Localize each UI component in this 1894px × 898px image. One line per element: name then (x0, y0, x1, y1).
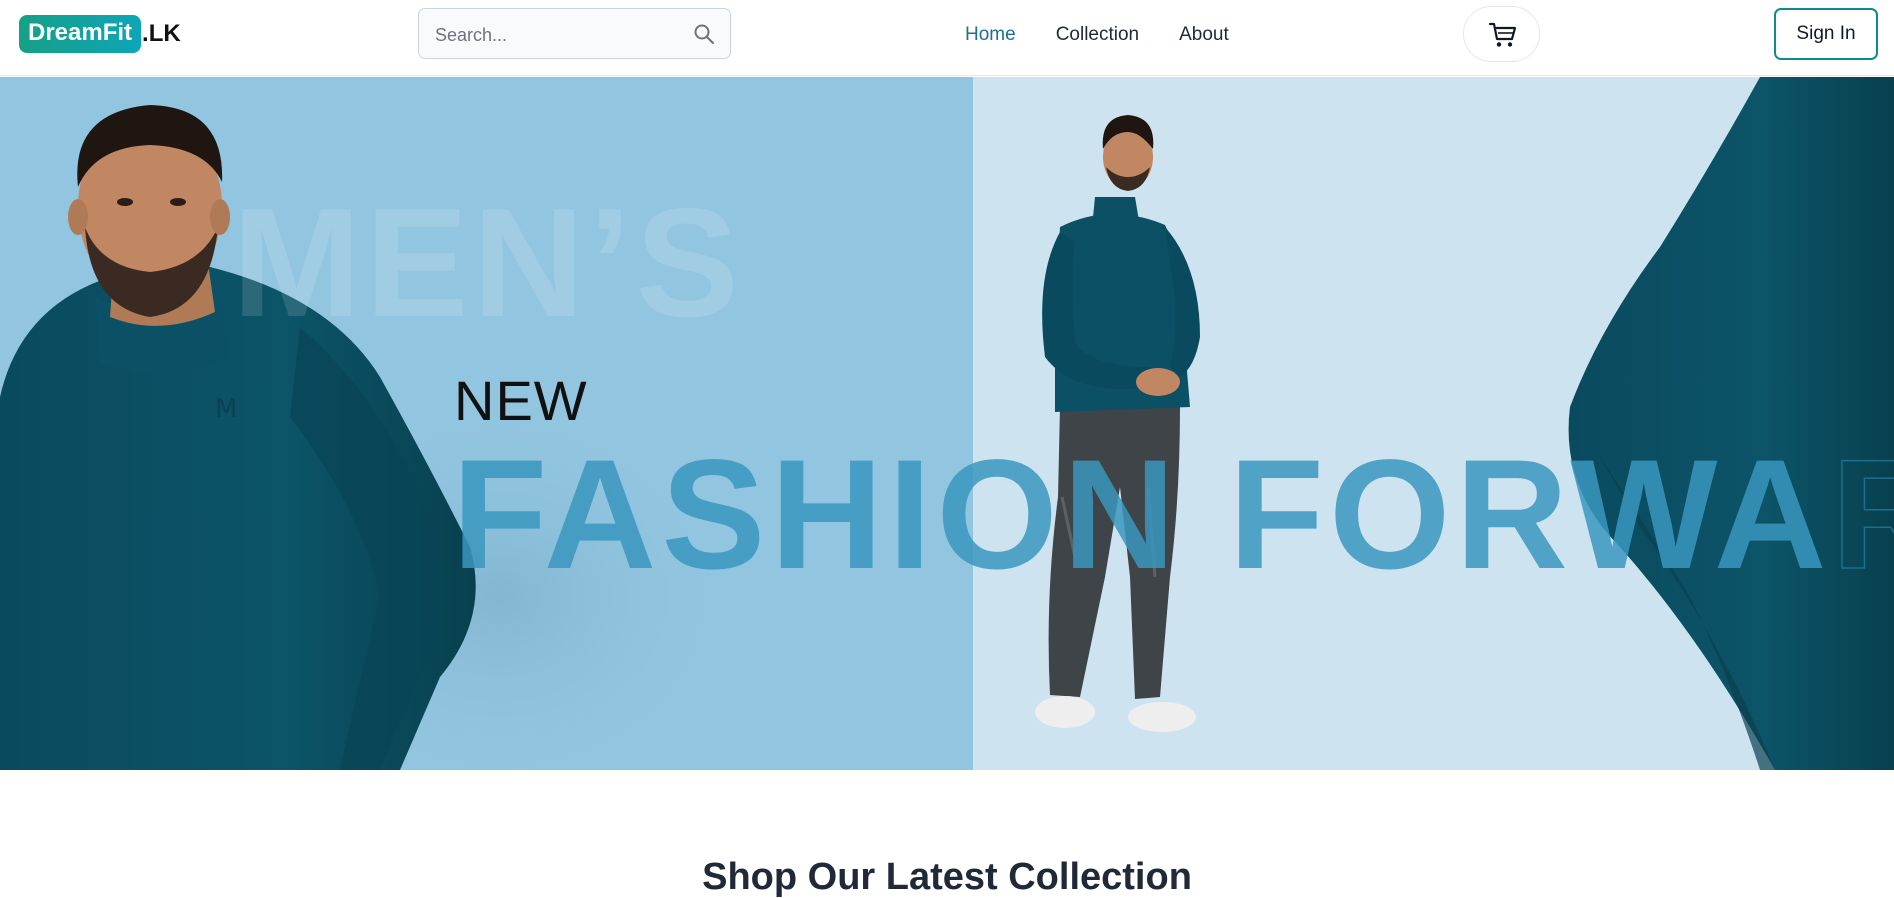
svg-text:M: M (215, 394, 237, 424)
hero-banner[interactable]: M MEN’S NEW FASHION FORWAR (0, 77, 1894, 770)
section-title: Shop Our Latest Collection (702, 855, 1192, 898)
brand-logo-suffix: .LK (142, 20, 181, 47)
hero-new-text: NEW (454, 369, 588, 432)
brand-logo-badge: DreamFit (19, 15, 142, 53)
hero-fashion-text: FASHION (452, 428, 1181, 602)
cart-icon (1488, 22, 1517, 47)
cart-button[interactable] (1463, 6, 1540, 62)
brand-logo[interactable]: DreamFit .LK (19, 15, 181, 53)
navbar: DreamFit .LK Home Collection About Sign … (0, 0, 1894, 76)
search-box (418, 8, 731, 59)
search-input[interactable] (433, 21, 677, 49)
hero-forward-outline-text: RD (1831, 428, 1894, 602)
hero-mens-text: MEN’S (232, 176, 743, 349)
sign-in-button[interactable]: Sign In (1774, 8, 1878, 60)
search-icon[interactable] (692, 22, 716, 46)
hero-forward-text: FORWA (1228, 428, 1832, 602)
hero-headline: FASHION FORWARD (452, 436, 1894, 594)
nav-link-collection[interactable]: Collection (1056, 22, 1139, 48)
main-nav: Home Collection About (965, 22, 1269, 48)
nav-link-home[interactable]: Home (965, 22, 1016, 48)
nav-link-about[interactable]: About (1179, 22, 1229, 48)
